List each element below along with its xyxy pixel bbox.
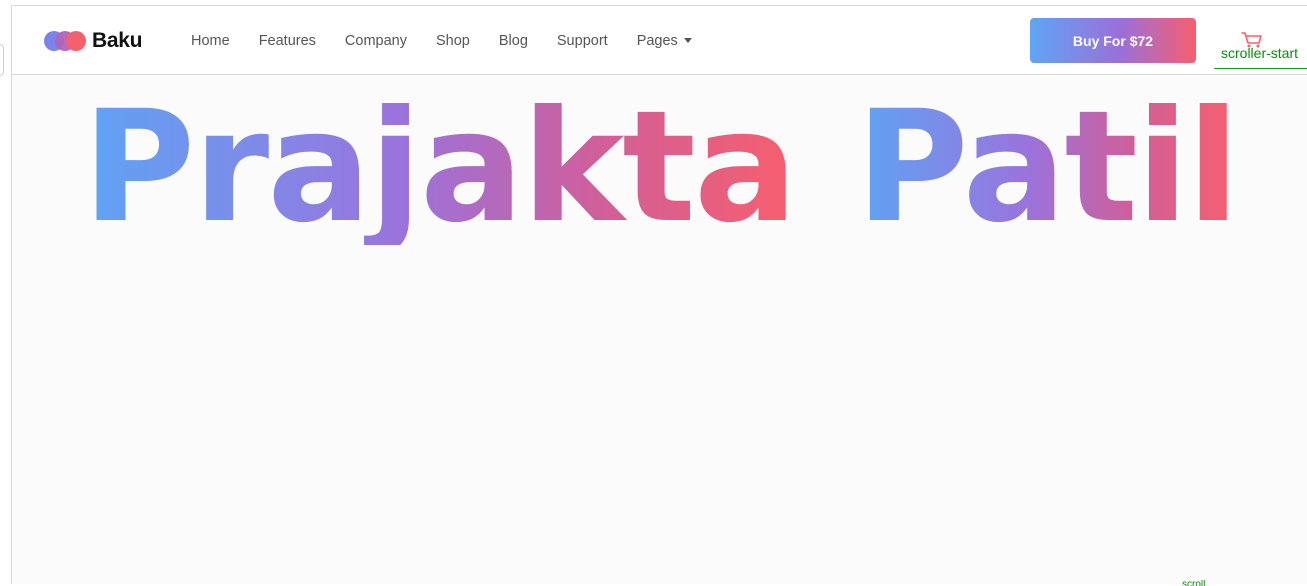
nav-link-shop[interactable]: Shop [436,33,470,49]
page-viewport: Baku Home Features Company Shop Blog Sup… [11,5,1307,586]
nav-link-support[interactable]: Support [557,33,608,49]
scroller-start-marker-bottom: scroller-start [1182,580,1206,586]
nav-link-features[interactable]: Features [259,33,316,49]
brand-name: Baku [92,29,143,52]
hero-first-name: Prajakta [82,78,797,257]
scroller-start-marker: scroller-start [1214,43,1307,69]
hero-section: Prajakta Patil [12,75,1307,585]
nav-link-pages-label: Pages [636,32,678,49]
nav-link-blog[interactable]: Blog [499,33,528,49]
buy-button[interactable]: Buy For $72 [1030,18,1196,63]
side-panel-handle[interactable] [0,44,4,76]
nav-link-home[interactable]: Home [191,33,230,49]
hero-title: Prajakta Patil [12,91,1307,245]
nav-link-company[interactable]: Company [345,33,407,49]
main-nav: Home Features Company Shop Blog Support … [191,6,721,75]
caret-down-icon [683,38,692,43]
nav-link-pages[interactable]: Pages [637,33,692,49]
logo-circles-icon [44,30,86,52]
brand-logo[interactable]: Baku [44,29,142,53]
top-navbar: Baku Home Features Company Shop Blog Sup… [12,6,1307,75]
hero-last-name: Patil [855,78,1240,257]
